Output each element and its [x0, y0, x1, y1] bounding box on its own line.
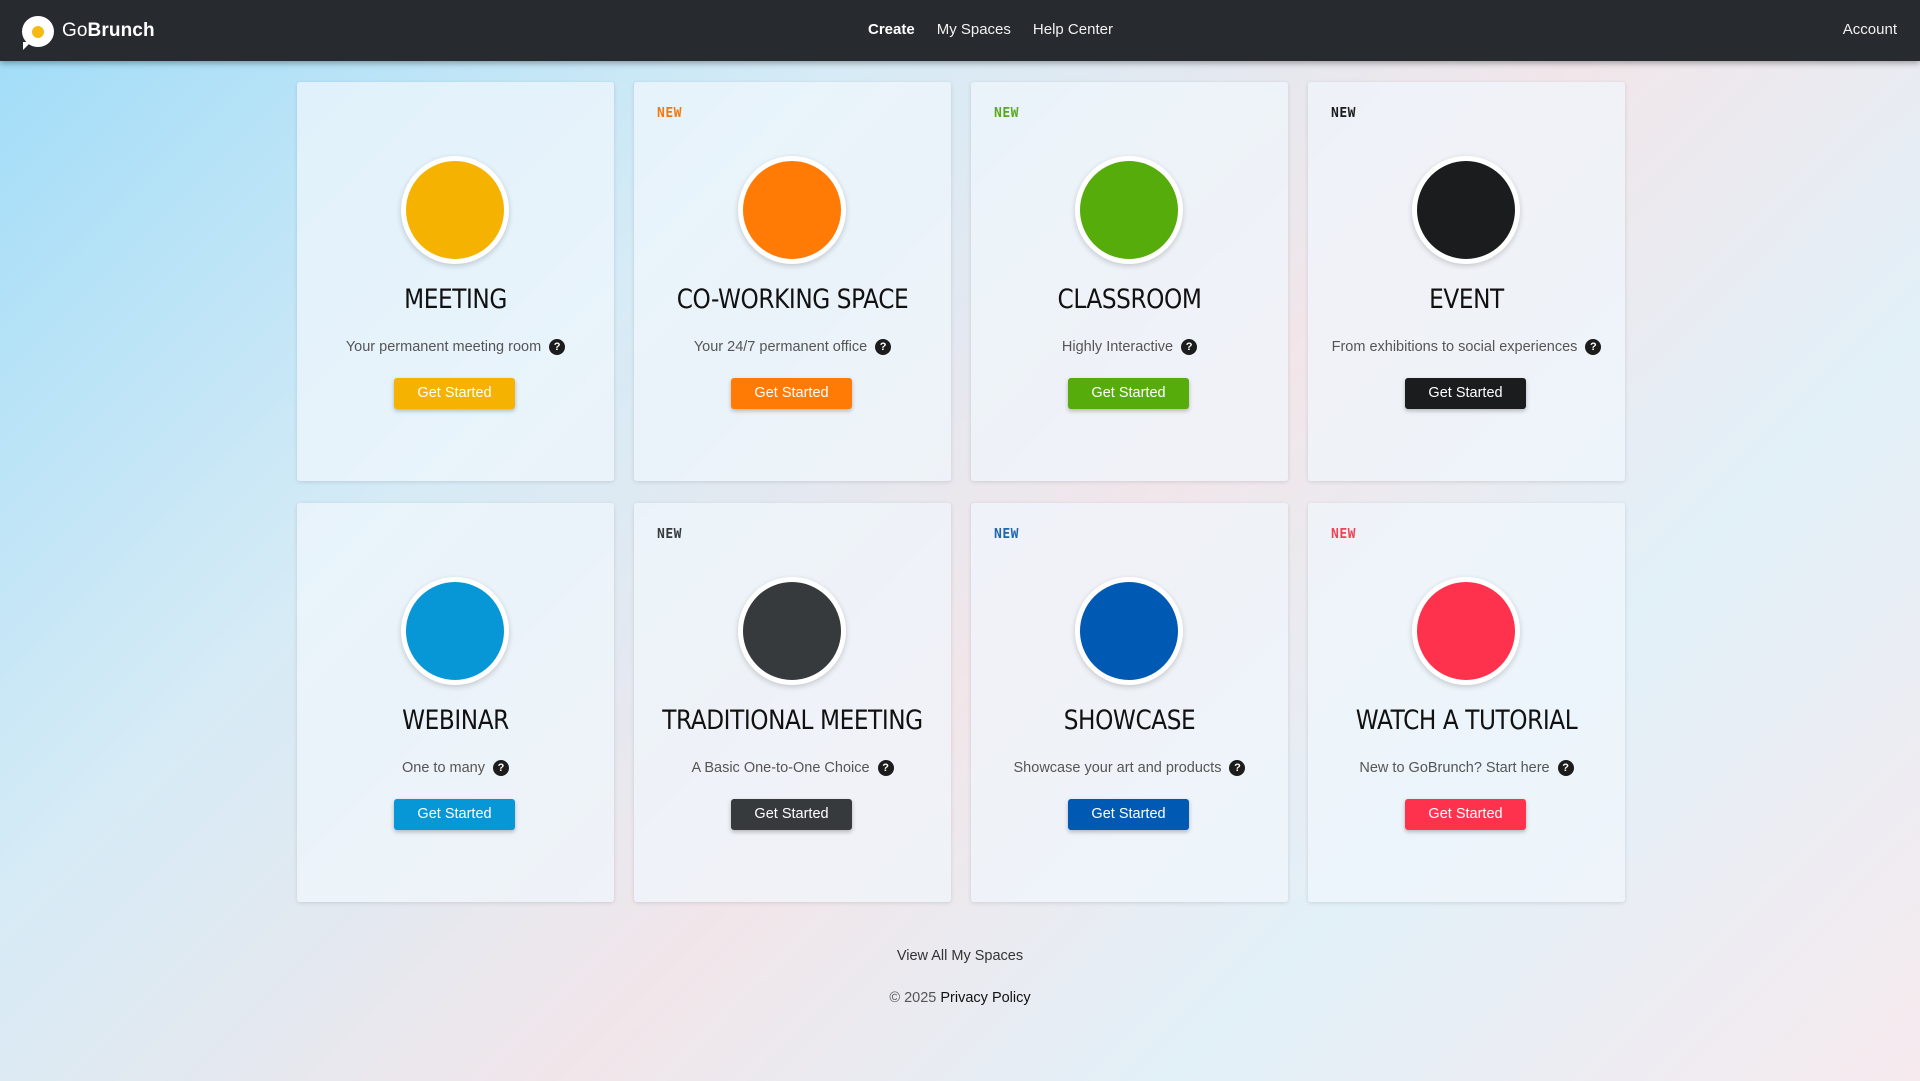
card-description: From exhibitions to social experiences?	[1308, 339, 1625, 355]
new-badge: NEW	[1331, 527, 1356, 542]
card-event: NEW EVENT From exhibitions to social exp…	[1308, 82, 1625, 481]
card-description-text: Your permanent meeting room	[345, 339, 542, 355]
card-title: SHOWCASE	[1063, 705, 1196, 736]
top-navbar: GoBrunch Create My Spaces Help Center Ac…	[0, 0, 1920, 61]
card-description: One to many?	[297, 760, 614, 776]
get-started-button[interactable]: Get Started	[394, 799, 515, 830]
new-badge: NEW	[1331, 106, 1356, 121]
view-all-spaces-link: View All My Spaces	[0, 948, 1920, 964]
nav-help-center[interactable]: Help Center	[1033, 21, 1113, 38]
nav-my-spaces[interactable]: My Spaces	[937, 21, 1011, 38]
get-started-button[interactable]: Get Started	[731, 378, 852, 409]
card-description-text: A Basic One-to-One Choice	[691, 760, 870, 776]
color-circle	[738, 156, 846, 264]
card-description-text: Showcase your art and products	[1013, 760, 1222, 776]
card-description-text: One to many	[401, 760, 485, 776]
new-badge: NEW	[994, 527, 1019, 542]
brand-logo-link[interactable]: GoBrunch	[22, 15, 155, 50]
card-description-text: From exhibitions to social experiences	[1331, 339, 1578, 355]
card-traditional-meeting: NEW TRADITIONAL MEETING A Basic One-to-O…	[634, 503, 951, 902]
get-started-button[interactable]: Get Started	[1405, 378, 1526, 409]
card-description: Showcase your art and products?	[971, 760, 1288, 776]
color-circle	[1075, 156, 1183, 264]
question-icon[interactable]: ?	[549, 339, 566, 355]
card-description-text: Highly Interactive	[1061, 339, 1174, 355]
new-badge: NEW	[994, 106, 1019, 121]
main-nav: Create My Spaces Help Center	[868, 21, 1135, 38]
question-icon[interactable]: ?	[1585, 339, 1602, 355]
card-description: Your 24/7 permanent office?	[634, 339, 951, 355]
card-meeting: MEETING Your permanent meeting room? Get…	[297, 82, 614, 481]
brand-brunch: Brunch	[87, 20, 155, 41]
color-circle	[1075, 577, 1183, 685]
question-icon[interactable]: ?	[1181, 339, 1198, 355]
color-circle	[401, 156, 509, 264]
footer-copyright: © 2025 Privacy Policy	[0, 990, 1920, 1006]
new-badge: NEW	[657, 527, 682, 542]
question-icon[interactable]: ?	[875, 339, 892, 355]
card-title: WEBINAR	[402, 705, 509, 736]
nav-account[interactable]: Account	[1843, 21, 1897, 38]
new-badge: NEW	[657, 106, 682, 121]
brand-name: GoBrunch	[62, 20, 155, 42]
card-title: MEETING	[404, 284, 507, 315]
privacy-policy-link[interactable]: Privacy Policy	[940, 990, 1030, 1006]
card-watch-a-tutorial: NEW WATCH A TUTORIAL New to GoBrunch? St…	[1308, 503, 1625, 902]
brand-go: Go	[62, 20, 88, 41]
card-co-working-space: NEW CO-WORKING SPACE Your 24/7 permanent…	[634, 82, 951, 481]
card-title: WATCH A TUTORIAL	[1355, 705, 1578, 736]
egg-logo-icon	[22, 15, 54, 50]
card-title: CLASSROOM	[1057, 284, 1202, 315]
card-description: A Basic One-to-One Choice?	[634, 760, 951, 776]
color-circle	[738, 577, 846, 685]
question-icon[interactable]: ?	[1557, 760, 1574, 776]
card-description: Highly Interactive?	[971, 339, 1288, 355]
color-circle	[1412, 577, 1520, 685]
question-icon[interactable]: ?	[493, 760, 509, 776]
card-webinar: WEBINAR One to many? Get Started	[297, 503, 614, 902]
get-started-button[interactable]: Get Started	[1405, 799, 1526, 830]
get-started-button[interactable]: Get Started	[731, 799, 852, 830]
card-classroom: NEW CLASSROOM Highly Interactive? Get St…	[971, 82, 1288, 481]
nav-create[interactable]: Create	[868, 21, 915, 38]
copyright-text: © 2025	[889, 990, 937, 1006]
card-description: Your permanent meeting room?	[297, 339, 614, 355]
get-started-button[interactable]: Get Started	[1068, 799, 1189, 830]
card-description-text: Your 24/7 permanent office	[693, 339, 868, 355]
card-description-text: New to GoBrunch? Start here	[1359, 760, 1550, 776]
card-description: New to GoBrunch? Start here?	[1308, 760, 1625, 776]
get-started-button[interactable]: Get Started	[1068, 378, 1189, 409]
question-icon[interactable]: ?	[877, 760, 894, 776]
card-title: CO-WORKING SPACE	[676, 284, 909, 315]
card-showcase: NEW SHOWCASE Showcase your art and produ…	[971, 503, 1288, 902]
egg-yolk	[32, 25, 44, 38]
view-all-spaces-text[interactable]: View All My Spaces	[897, 948, 1023, 964]
color-circle	[401, 577, 509, 685]
question-icon[interactable]: ?	[1229, 760, 1246, 776]
get-started-button[interactable]: Get Started	[394, 378, 515, 409]
card-title: TRADITIONAL MEETING	[662, 705, 923, 736]
color-circle	[1412, 156, 1520, 264]
card-title: EVENT	[1429, 284, 1504, 315]
